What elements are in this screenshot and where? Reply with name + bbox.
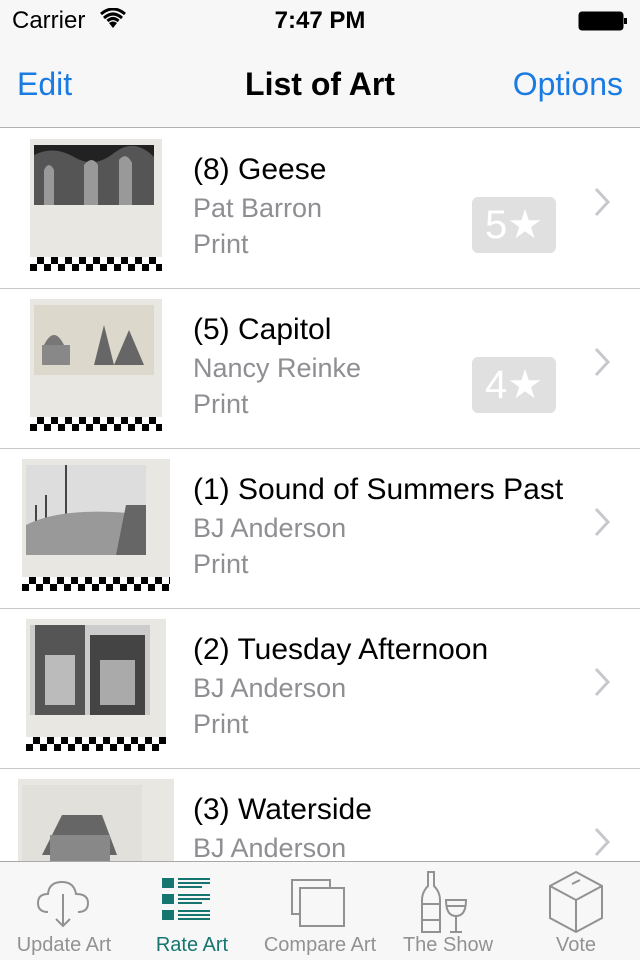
list-item[interactable]: (3) Waterside BJ Anderson Print (0, 769, 640, 861)
art-medium: Print (193, 549, 249, 579)
list-item[interactable]: (2) Tuesday Afternoon BJ Anderson Print (0, 609, 640, 769)
art-medium: Print (193, 229, 249, 259)
chevron-right-icon (594, 827, 610, 857)
art-title: (5) Capitol (193, 313, 332, 346)
art-medium: Print (193, 709, 249, 739)
art-list[interactable]: (8) Geese Pat Barron Print 5★ (5) Capito… (0, 129, 640, 861)
art-artist: BJ Anderson (193, 513, 347, 543)
battery-icon (578, 11, 627, 31)
tab-label: Vote (555, 934, 597, 956)
stacked-squares-icon (291, 879, 345, 927)
navigation-header: Carrier 7:47 PM Edit List of Art Options (0, 0, 640, 128)
tab-update-art[interactable]: Update Art (0, 862, 128, 961)
art-artist: Nancy Reinke (193, 353, 362, 383)
tab-label: Update Art (16, 934, 112, 956)
art-title: (1) Sound of Summers Past (193, 473, 564, 506)
artwork-thumbnail (26, 619, 166, 751)
tab-compare-art[interactable]: Compare Art (256, 862, 384, 961)
status-time: 7:47 PM (274, 7, 366, 34)
options-button[interactable]: Options (513, 66, 623, 103)
tab-label: Compare Art (263, 934, 377, 956)
rating-badge: 5★ (472, 197, 556, 253)
cloud-download-icon (36, 880, 90, 928)
artwork-thumbnail (18, 779, 174, 861)
chevron-right-icon (594, 347, 610, 377)
tab-label: Rate Art (155, 934, 229, 956)
list-item[interactable]: (1) Sound of Summers Past BJ Anderson Pr… (0, 449, 640, 609)
artwork-thumbnail (30, 299, 162, 431)
tab-label: The Show (402, 934, 494, 956)
tab-rate-art[interactable]: Rate Art (128, 862, 256, 961)
tab-the-show[interactable]: The Show (384, 862, 512, 961)
art-artist: BJ Anderson (193, 833, 347, 861)
art-medium: Print (193, 389, 249, 419)
chevron-right-icon (594, 507, 610, 537)
artwork-thumbnail (22, 459, 170, 591)
art-title: (3) Waterside (193, 793, 372, 826)
ballot-box-icon (549, 870, 603, 934)
art-artist: BJ Anderson (193, 673, 347, 703)
rating-badge: 4★ (472, 357, 556, 413)
art-artist: Pat Barron (193, 193, 323, 223)
chevron-right-icon (594, 667, 610, 697)
art-title: (2) Tuesday Afternoon (193, 633, 489, 666)
chevron-right-icon (594, 187, 610, 217)
list-icon (162, 878, 210, 920)
list-item[interactable]: (5) Capitol Nancy Reinke Print 4★ (0, 289, 640, 449)
art-title: (8) Geese (193, 153, 327, 186)
artwork-thumbnail (30, 139, 162, 271)
tab-vote[interactable]: Vote (512, 862, 640, 961)
status-bar: Carrier 7:47 PM (0, 0, 640, 40)
list-item[interactable]: (8) Geese Pat Barron Print 5★ (0, 129, 640, 289)
tab-bar: Update Art Rate Art Compare Art The Show… (0, 861, 640, 960)
wine-icon (421, 871, 468, 933)
